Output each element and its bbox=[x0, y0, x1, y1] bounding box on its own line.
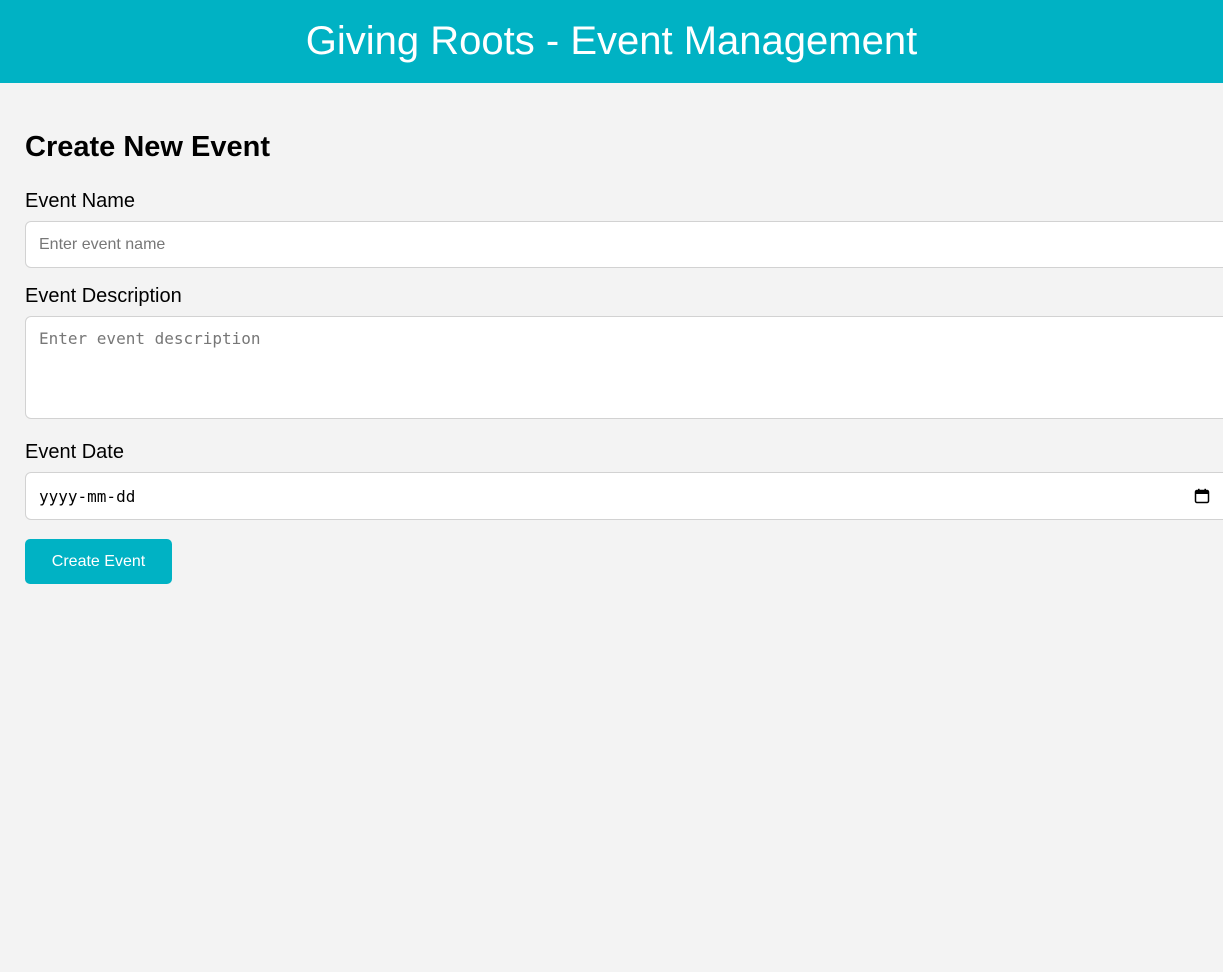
event-description-textarea[interactable] bbox=[25, 316, 1223, 419]
event-name-label: Event Name bbox=[25, 190, 136, 212]
event-date-label: Event Date bbox=[25, 441, 124, 463]
event-name-input[interactable] bbox=[25, 221, 1223, 268]
app-header: Giving Roots - Event Management bbox=[0, 0, 1223, 83]
create-event-button[interactable]: Create Event bbox=[25, 539, 172, 584]
app-title: Giving Roots - Event Management bbox=[305, 19, 918, 63]
form-title: Create New Event bbox=[25, 131, 270, 163]
event-description-label: Event Description bbox=[25, 285, 182, 307]
event-date-placeholder: yyyy-mm-dd bbox=[39, 486, 136, 506]
event-date-input[interactable]: yyyy-mm-dd bbox=[25, 472, 1223, 520]
calendar-icon[interactable] bbox=[1194, 488, 1210, 504]
